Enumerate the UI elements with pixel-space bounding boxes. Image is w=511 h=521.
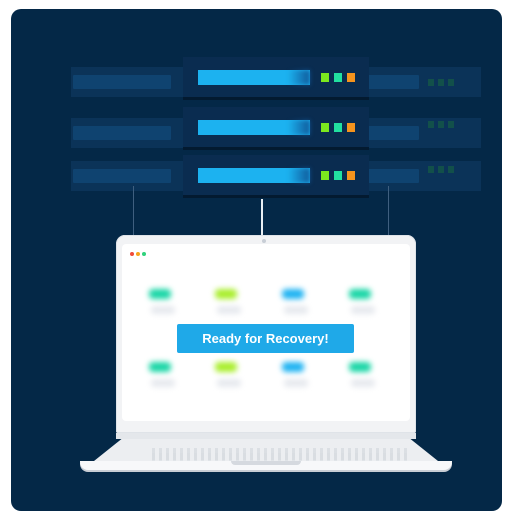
status-led-green-icon	[321, 171, 329, 180]
status-led-teal-icon	[334, 123, 342, 132]
blurred-file-tile	[282, 362, 304, 372]
server-rack-3	[183, 155, 369, 195]
blurred-file-label	[151, 379, 175, 387]
ghost-led	[438, 79, 444, 86]
keyboard-deck	[94, 439, 438, 461]
blurred-file-tile	[215, 362, 237, 372]
status-led-orange-icon	[347, 73, 355, 82]
status-led-orange-icon	[347, 123, 355, 132]
ghost-led	[428, 121, 434, 128]
connection-wire-right	[388, 186, 389, 236]
connection-wire-center	[261, 199, 263, 237]
ghost-led	[428, 166, 434, 173]
status-led-green-icon	[321, 123, 329, 132]
status-led-teal-icon	[334, 73, 342, 82]
ghost-led	[448, 79, 454, 86]
ghost-led	[428, 79, 434, 86]
blurred-file-label	[284, 379, 308, 387]
laptop-lid: Ready for Recovery!	[116, 235, 416, 433]
ghost-led	[448, 121, 454, 128]
webcam-icon	[262, 239, 266, 243]
blurred-file-tile	[349, 362, 371, 372]
ghost-led	[438, 121, 444, 128]
laptop-base	[80, 433, 452, 473]
window-maximize-dot-icon	[142, 252, 146, 256]
blurred-file-label	[351, 379, 375, 387]
blurred-file-label	[217, 379, 241, 387]
blurred-file-tile	[282, 289, 304, 299]
ghost-bar-left-2	[73, 126, 171, 140]
blurred-file-tile	[149, 362, 171, 372]
blurred-file-tile	[149, 289, 171, 299]
ghost-led	[448, 166, 454, 173]
ready-for-recovery-button[interactable]: Ready for Recovery!	[177, 324, 354, 353]
server-progress-bar	[198, 70, 310, 85]
laptop-hinge	[116, 433, 416, 439]
status-led-green-icon	[321, 73, 329, 82]
status-led-teal-icon	[334, 171, 342, 180]
window-close-dot-icon	[130, 252, 134, 256]
ghost-led	[438, 166, 444, 173]
connection-wire-left	[133, 186, 134, 236]
blurred-file-tile	[349, 289, 371, 299]
blurred-file-label	[151, 306, 175, 314]
blurred-file-label	[284, 306, 308, 314]
blurred-file-label	[351, 306, 375, 314]
window-minimize-dot-icon	[136, 252, 140, 256]
ghost-bar-left-3	[73, 169, 171, 183]
server-progress-bar	[198, 168, 310, 183]
status-led-orange-icon	[347, 171, 355, 180]
blurred-file-label	[217, 306, 241, 314]
laptop-screen: Ready for Recovery!	[122, 244, 410, 421]
server-progress-bar	[198, 120, 310, 135]
server-rack-2	[183, 107, 369, 147]
blurred-file-tile	[215, 289, 237, 299]
server-rack-1	[183, 57, 369, 97]
ghost-bar-left-1	[73, 75, 171, 89]
laptop-opening-notch	[231, 461, 301, 465]
